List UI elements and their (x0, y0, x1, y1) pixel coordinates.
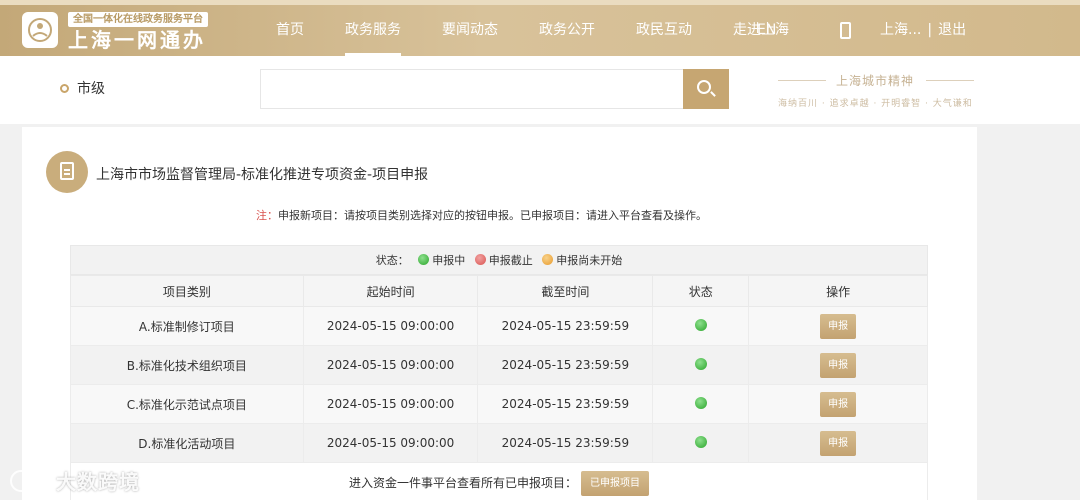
logout-link[interactable]: 退出 (938, 22, 966, 38)
legend-active: 申报中 (432, 254, 466, 267)
cell-end: 2024-05-15 23:59:59 (477, 345, 654, 385)
shanghai-seal-icon[interactable] (22, 12, 58, 48)
nav-news[interactable]: 要闻动态 (428, 0, 512, 56)
cell-category: C.标准化示范试点项目 (70, 384, 304, 424)
cell-status (652, 423, 750, 463)
col-action: 操作 (748, 275, 928, 307)
cell-end: 2024-05-15 23:59:59 (477, 306, 654, 346)
cell-category: A.标准制修订项目 (70, 306, 304, 346)
city-spirit-title: 上海城市精神 (836, 74, 915, 88)
legend-label: 状态： (375, 254, 409, 267)
document-icon (46, 151, 88, 193)
project-table: 项目类别 起始时间 截至时间 状态 操作 A.标准制修订项目 2024-05-1… (70, 275, 928, 463)
cell-category: B.标准化技术组织项目 (70, 345, 304, 385)
search-icon-handle (710, 91, 716, 97)
nav-gov-services[interactable]: 政务服务 (331, 0, 415, 56)
active-status-icon (694, 357, 707, 370)
project-card: 上海市市场监督管理局-标准化推进专项资金-项目申报 注：申报新项目：请按项目类别… (22, 127, 977, 500)
green-status-icon (418, 254, 430, 265)
document-icon-shape (60, 162, 74, 180)
table-row: A.标准制修订项目 2024-05-15 09:00:00 2024-05-15… (70, 306, 928, 346)
notice-prefix: 注： (256, 209, 278, 222)
status-legend: 状态： 申报中 申报截止 申报尚未开始 (70, 245, 928, 275)
col-category: 项目类别 (70, 275, 304, 307)
user-area: 上海... | 退出 (880, 0, 966, 60)
username-link[interactable]: 上海... (880, 22, 921, 38)
logo-title[interactable]: 上海一网通办 (68, 28, 206, 52)
location-pin-icon (60, 84, 69, 93)
cell-start: 2024-05-15 09:00:00 (302, 345, 479, 385)
view-applied-button[interactable]: 已申报项目 (581, 471, 649, 496)
col-start: 起始时间 (302, 275, 479, 307)
language-switch[interactable]: EN (757, 0, 776, 60)
top-header: 全国一体化在线政务服务平台 上海一网通办 首页 政务服务 要闻动态 政务公开 政… (0, 0, 1080, 56)
cell-start: 2024-05-15 09:00:00 (302, 423, 479, 463)
user-separator: | (927, 22, 933, 38)
cell-start: 2024-05-15 09:00:00 (302, 306, 479, 346)
nav-gov-disclosure[interactable]: 政务公开 (525, 0, 609, 56)
nav-home[interactable]: 首页 (262, 0, 318, 56)
table-row: D.标准化活动项目 2024-05-15 09:00:00 2024-05-15… (70, 423, 928, 463)
main-nav: 首页 政务服务 要闻动态 政务公开 政民互动 走进上海 (262, 0, 816, 56)
cell-action: 申报 (748, 306, 928, 346)
cell-end: 2024-05-15 23:59:59 (477, 384, 654, 424)
cell-status (652, 345, 750, 385)
notice-text: 注：申报新项目：请按项目类别选择对应的按钮申报。已申报项目：请进入平台查看及操作… (256, 207, 707, 223)
red-status-icon (474, 254, 486, 265)
mobile-phone-icon[interactable] (840, 22, 851, 39)
cell-category: D.标准化活动项目 (70, 423, 304, 463)
apply-button-a[interactable]: 申报 (820, 313, 857, 339)
apply-button-c[interactable]: 申报 (820, 391, 857, 417)
watermark-text: 大数跨境 (56, 470, 140, 494)
cell-action: 申报 (748, 345, 928, 385)
col-status: 状态 (652, 275, 750, 307)
city-spirit-tags: 海纳百川 · 追求卓越 · 开明睿智 · 大气谦和 (778, 99, 973, 109)
logo-subtitle: 全国一体化在线政务服务平台 (68, 12, 208, 27)
project-table-wrapper: 状态： 申报中 申报截止 申报尚未开始 项目类别 起始时间 截至时间 状态 操作… (70, 245, 928, 500)
orange-status-icon (542, 254, 554, 265)
brand-divider-left (778, 80, 826, 81)
active-status-icon (694, 435, 707, 448)
notice-body: 申报新项目：请按项目类别选择对应的按钮申报。已申报项目：请进入平台查看及操作。 (278, 209, 707, 222)
cell-end: 2024-05-15 23:59:59 (477, 423, 654, 463)
legend-closed: 申报截止 (488, 254, 533, 267)
apply-button-d[interactable]: 申报 (820, 430, 857, 456)
region-selector[interactable]: 市级 (77, 78, 105, 98)
cell-status (652, 306, 750, 346)
watermark-logo-icon (10, 470, 50, 492)
search-band: 市级 上海城市精神 海纳百川 · 追求卓越 · 开明睿智 · 大气谦和 (0, 56, 1080, 124)
cell-action: 申报 (748, 423, 928, 463)
apply-button-b[interactable]: 申报 (820, 352, 857, 378)
page-title: 上海市市场监督管理局-标准化推进专项资金-项目申报 (96, 167, 429, 183)
legend-not-started: 申报尚未开始 (556, 254, 623, 267)
active-status-icon (694, 318, 707, 331)
table-row: B.标准化技术组织项目 2024-05-15 09:00:00 2024-05-… (70, 345, 928, 385)
cell-action: 申报 (748, 384, 928, 424)
footer-row: 进入资金一件事平台查看所有已申报项目： 已申报项目 (70, 463, 928, 500)
active-status-icon (694, 396, 707, 409)
cell-start: 2024-05-15 09:00:00 (302, 384, 479, 424)
table-header-row: 项目类别 起始时间 截至时间 状态 操作 (70, 275, 928, 307)
search-button[interactable] (683, 69, 729, 109)
table-row: C.标准化示范试点项目 2024-05-15 09:00:00 2024-05-… (70, 384, 928, 424)
nav-interaction[interactable]: 政民互动 (622, 0, 706, 56)
col-end: 截至时间 (477, 275, 654, 307)
footer-text: 进入资金一件事平台查看所有已申报项目： (348, 476, 577, 490)
brand-divider-right (926, 80, 974, 81)
search-input[interactable] (260, 69, 684, 109)
cell-status (652, 384, 750, 424)
